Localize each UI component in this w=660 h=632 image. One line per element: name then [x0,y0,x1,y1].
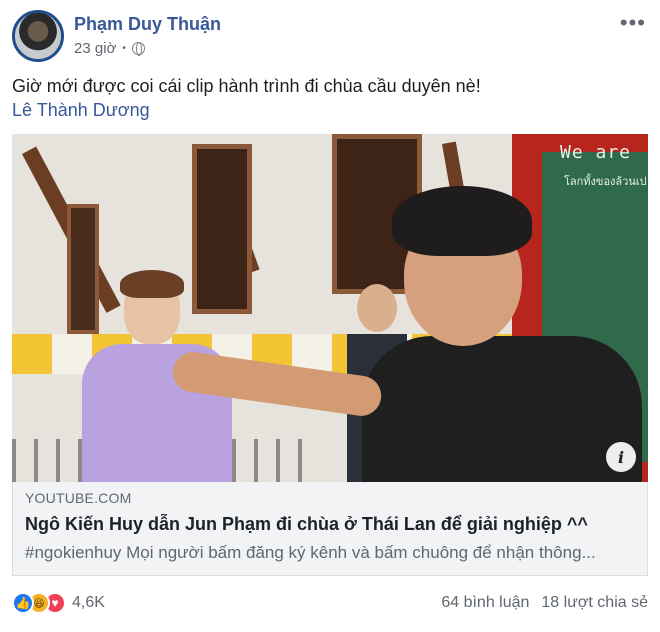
post-time[interactable]: 23 giờ [74,40,116,57]
separator-dot: • [122,43,126,54]
reactions-summary[interactable]: 👍 😆 ♥ 4,6K [12,592,105,614]
person-shirt [362,336,642,482]
like-icon: 👍 [12,592,34,614]
sign-title: We are [560,142,632,163]
post-text: Giờ mới được coi cái clip hành trình đi … [12,76,481,96]
video-thumbnail[interactable]: We are โลกทั้งของล้วนเป i [12,134,648,482]
info-icon[interactable]: i [606,442,636,472]
mention-link[interactable]: Lê Thành Dương [12,98,150,122]
link-preview[interactable]: YOUTUBE.COM Ngô Kiến Huy dẫn Jun Phạm đi… [12,482,648,576]
link-description: #ngokienhuy Mọi người bấm đăng ký kênh v… [25,543,596,562]
author-avatar[interactable] [12,10,64,62]
more-options-icon[interactable]: ••• [620,12,646,34]
person-hair [392,186,532,256]
video-person-right [352,186,648,482]
reaction-count: 4,6K [72,594,105,611]
comments-count[interactable]: 64 bình luận [441,594,529,612]
post-footer: 👍 😆 ♥ 4,6K 64 bình luận 18 lượt chia sẻ [12,590,648,622]
facebook-post: Phạm Duy Thuận 23 giờ • ••• Giờ mới được… [0,0,660,632]
post-header: Phạm Duy Thuận 23 giờ • ••• [12,10,648,64]
engagement-stats: 64 bình luận 18 lượt chia sẻ [441,594,648,612]
globe-icon[interactable] [131,42,145,56]
link-title[interactable]: Ngô Kiến Huy dẫn Jun Phạm đi chùa ở Thái… [25,514,635,535]
author-name[interactable]: Phạm Duy Thuận [74,14,221,35]
link-domain: YOUTUBE.COM [25,490,132,506]
shares-count[interactable]: 18 lượt chia sẻ [541,594,648,612]
person-hair [120,270,184,298]
post-meta: 23 giờ • [74,40,145,57]
